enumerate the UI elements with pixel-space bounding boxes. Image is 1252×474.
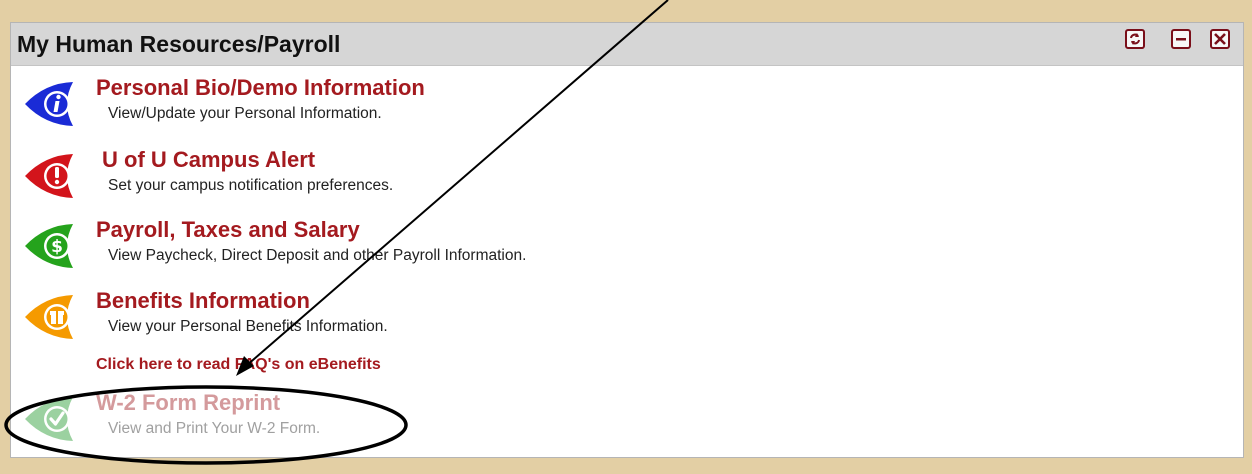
menu-item-campus-alert[interactable]: U of U Campus Alert Set your campus noti… (23, 147, 723, 207)
minimize-icon (1176, 38, 1186, 41)
item-desc-payroll: View Paycheck, Direct Deposit and other … (108, 247, 527, 264)
item-desc-personal-bio: View/Update your Personal Information. (108, 105, 382, 122)
refresh-icon (1130, 33, 1140, 45)
dollar-icon: $ (25, 224, 73, 268)
refresh-button[interactable] (1125, 29, 1145, 49)
menu-item-payroll[interactable]: $ Payroll, Taxes and Salary View Paychec… (23, 217, 723, 277)
gift-icon (25, 295, 73, 339)
item-title-w2[interactable]: W-2 Form Reprint (96, 390, 280, 416)
info-icon (25, 82, 73, 126)
checkmark-icon (25, 397, 73, 441)
minimize-button[interactable] (1171, 29, 1191, 49)
faq-ebenefits-link[interactable]: Click here to read FAQ's on eBenefits (96, 356, 381, 374)
item-title-benefits[interactable]: Benefits Information (96, 288, 310, 314)
panel-title: My Human Resources/Payroll (17, 31, 341, 57)
item-title-campus-alert[interactable]: U of U Campus Alert (102, 147, 315, 173)
item-desc-benefits: View your Personal Benefits Information. (108, 318, 388, 335)
menu-item-personal-bio[interactable]: Personal Bio/Demo Information View/Updat… (23, 75, 723, 135)
svg-text:$: $ (51, 237, 63, 257)
hr-payroll-panel: My Human Resources/Payroll Personal Bio/… (10, 22, 1244, 458)
item-desc-campus-alert: Set your campus notification preferences… (108, 177, 394, 194)
close-icon (1214, 33, 1226, 45)
item-desc-w2: View and Print Your W-2 Form. (108, 420, 321, 437)
alert-icon (25, 154, 73, 198)
menu-item-w2-reprint[interactable]: W-2 Form Reprint View and Print Your W-2… (23, 390, 723, 450)
close-button[interactable] (1210, 29, 1230, 49)
menu-item-benefits[interactable]: Benefits Information View your Personal … (23, 288, 723, 348)
item-title-payroll[interactable]: Payroll, Taxes and Salary (96, 217, 360, 243)
item-title-personal-bio[interactable]: Personal Bio/Demo Information (96, 75, 425, 101)
panel-header: My Human Resources/Payroll (11, 23, 1243, 66)
